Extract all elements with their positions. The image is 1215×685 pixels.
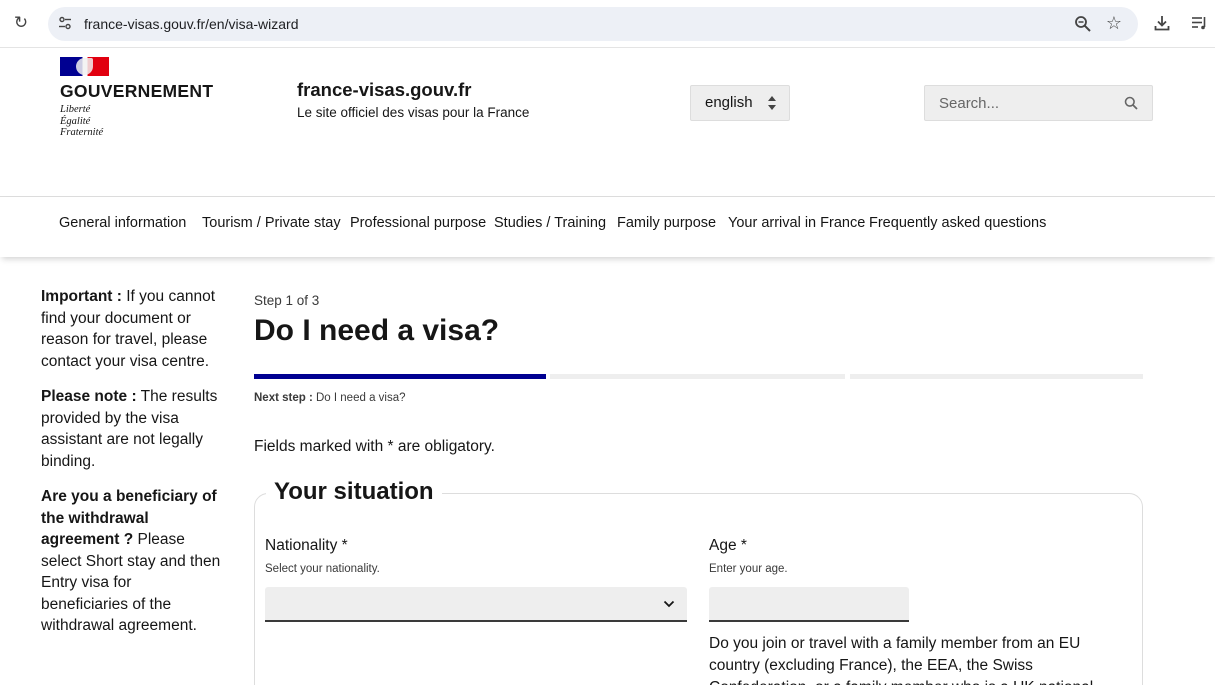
reading-list-icon[interactable] [1190, 14, 1208, 32]
zoom-icon[interactable] [1074, 15, 1092, 33]
age-label: Age * [709, 537, 747, 554]
nav-item-family[interactable]: Family purpose [617, 215, 716, 231]
nav-item-general-information[interactable]: General information [59, 215, 186, 231]
main-navigation: General information Tourism / Private st… [0, 197, 1215, 257]
nationality-hint: Select your nationality. [265, 563, 380, 575]
obligatory-note: Fields marked with * are obligatory. [254, 438, 495, 455]
chevron-down-icon [663, 600, 675, 608]
nav-item-faq[interactable]: Frequently asked questions [869, 215, 1046, 231]
browser-toolbar: ↻ france-visas.gouv.fr/en/visa-wizard ☆ [0, 0, 1215, 48]
government-name: GOUVERNEMENT [60, 81, 214, 101]
note-label: Please note : [41, 388, 137, 405]
language-value: english [705, 94, 753, 111]
next-step-value: Do I need a visa? [316, 392, 406, 404]
nationality-label: Nationality * [265, 537, 348, 554]
please-note: Please note : The results provided by th… [41, 386, 221, 472]
section-title: Your situation [266, 478, 442, 506]
stepper-segment-1 [254, 374, 546, 379]
nav-item-studies[interactable]: Studies / Training [494, 215, 606, 231]
note-label: Important : [41, 288, 122, 305]
next-step-label: Next step : [254, 392, 313, 404]
site-title[interactable]: france-visas.gouv.fr [297, 79, 471, 101]
site-info-icon[interactable] [56, 15, 74, 33]
withdrawal-note: Are you a beneficiary of the withdrawal … [41, 486, 221, 637]
stepper-segment-3 [850, 374, 1143, 379]
site-tagline: Le site officiel des visas pour la Franc… [297, 105, 530, 120]
url-text[interactable]: france-visas.gouv.fr/en/visa-wizard [84, 16, 298, 32]
search-input[interactable] [925, 86, 1115, 120]
next-step: Next step : Do I need a visa? [254, 392, 406, 404]
stepper-segment-2 [550, 374, 845, 379]
motto-line: Liberté [60, 104, 91, 115]
age-hint: Enter your age. [709, 563, 788, 575]
nationality-select[interactable] [265, 587, 687, 622]
star-icon[interactable]: ☆ [1104, 13, 1124, 33]
family-member-question: Do you join or travel with a family memb… [709, 635, 1093, 685]
motto-line: Fraternité [60, 127, 104, 138]
search-box [924, 85, 1153, 121]
step-indicator: Step 1 of 3 [254, 293, 320, 308]
select-arrows-icon [768, 96, 776, 110]
reload-icon[interactable]: ↻ [12, 14, 30, 32]
republic-motto: Liberté Égalité Fraternité [60, 104, 213, 139]
nav-item-professional[interactable]: Professional purpose [350, 215, 486, 231]
note-label: Are you a beneficiary of the withdrawal … [41, 488, 217, 548]
page-title: Do I need a visa? [254, 314, 500, 347]
download-icon[interactable] [1153, 14, 1171, 32]
address-bar[interactable]: france-visas.gouv.fr/en/visa-wizard ☆ [48, 7, 1138, 41]
nav-item-tourism[interactable]: Tourism / Private stay [202, 215, 341, 231]
marianne-flag-icon [60, 57, 109, 76]
sidebar-notes: Important : If you cannot find your docu… [41, 286, 221, 651]
important-note: Important : If you cannot find your docu… [41, 286, 221, 372]
search-icon[interactable] [1124, 96, 1138, 110]
government-logo[interactable]: GOUVERNEMENT Liberté Égalité Fraternité [60, 57, 213, 139]
language-select[interactable]: english [690, 85, 790, 121]
age-input[interactable] [709, 587, 909, 622]
motto-line: Égalité [60, 115, 91, 127]
nav-item-arrival[interactable]: Your arrival in France [728, 215, 865, 231]
progress-stepper [254, 374, 1143, 379]
